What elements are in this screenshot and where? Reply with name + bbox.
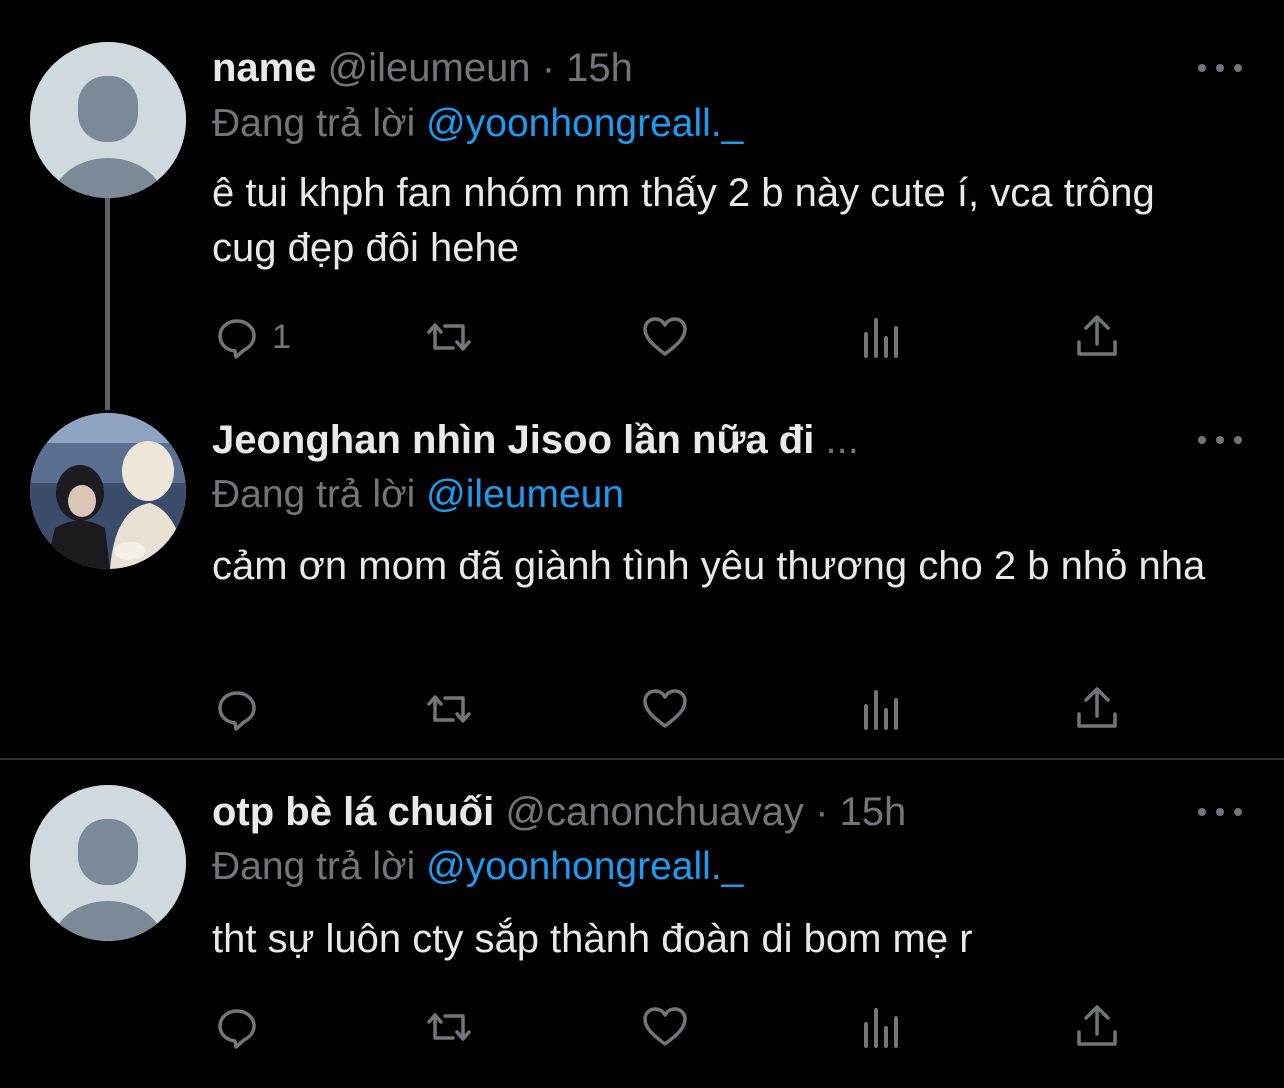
replying-to: Đang trả lời @yoonhongreall._ [212, 99, 743, 149]
share-button[interactable] [1072, 312, 1122, 362]
tweet-header: otp bè lá chuối @canonchuavay · 15h [212, 787, 906, 837]
tweet-text: tht sự luôn cty sắp thành đoàn di bom mẹ… [212, 917, 973, 961]
timestamp[interactable]: 15h [840, 790, 907, 834]
replying-label: Đang trả lời [212, 845, 416, 888]
reply-icon [218, 319, 256, 359]
share-icon [1077, 687, 1117, 728]
retweet-icon [427, 1013, 471, 1041]
tweet-3[interactable]: otp bè lá chuối @canonchuavay · 15h Đang… [0, 760, 1284, 1088]
avatar[interactable] [30, 413, 186, 569]
display-name[interactable]: name [212, 46, 317, 90]
timestamp[interactable]: 15h [566, 46, 633, 90]
like-icon [643, 1007, 687, 1046]
tweet-1[interactable]: name @ileumeun · 15h Đang trả lời @yoonh… [0, 0, 1284, 410]
mention-link[interactable]: @yoonhongreall._ [426, 845, 743, 888]
thread-line [105, 196, 110, 410]
user-handle[interactable]: @canonchuavay [505, 790, 804, 834]
avatar[interactable] [30, 785, 186, 941]
mention-link[interactable]: @ileumeun [426, 473, 624, 516]
display-name[interactable]: otp bè lá chuối [212, 790, 494, 834]
tweet-header: name @ileumeun · 15h [212, 43, 633, 93]
views-icon [864, 318, 898, 358]
action-bar [212, 1002, 1132, 1052]
avatar[interactable] [30, 42, 186, 198]
views-button[interactable] [857, 684, 907, 734]
action-bar: 1 [212, 312, 1132, 362]
name-ellipsis: ... [825, 418, 859, 462]
tweet-2[interactable]: Jeonghan nhìn Jisoo lần nữa đi ... Đang … [0, 410, 1284, 760]
views-icon [864, 1008, 898, 1048]
tweet-text: ê tui khph fan nhóm nm thấy 2 b này cute… [212, 171, 1155, 270]
retweet-icon [427, 695, 471, 723]
retweet-button[interactable] [424, 684, 474, 734]
reply-icon [218, 1009, 256, 1049]
tweet-header: Jeonghan nhìn Jisoo lần nữa đi ... [212, 415, 859, 465]
replying-to: Đang trả lời @ileumeun [212, 470, 624, 520]
more-icon[interactable] [1198, 802, 1242, 822]
more-icon[interactable] [1198, 58, 1242, 78]
more-icon[interactable] [1198, 430, 1242, 450]
tweet-text: cảm ơn mom đã giành tình yêu thương cho … [212, 544, 1206, 588]
share-icon [1077, 315, 1117, 356]
retweet-button[interactable] [424, 312, 474, 362]
replying-label: Đang trả lời [212, 102, 416, 145]
share-icon [1077, 1005, 1117, 1046]
reply-count: 1 [272, 317, 291, 356]
display-name[interactable]: Jeonghan nhìn Jisoo lần nữa đi [212, 418, 814, 462]
like-button[interactable] [640, 684, 690, 734]
views-button[interactable] [857, 1002, 907, 1052]
like-button[interactable] [640, 1002, 690, 1052]
reply-button[interactable] [212, 1002, 262, 1052]
retweet-icon [427, 323, 471, 351]
like-icon [643, 317, 687, 356]
replying-label: Đang trả lời [212, 473, 416, 516]
action-bar [212, 684, 1132, 734]
mention-link[interactable]: @yoonhongreall._ [426, 102, 743, 145]
reply-icon [218, 691, 256, 731]
reply-button[interactable]: 1 [212, 312, 291, 362]
reply-button[interactable] [212, 684, 262, 734]
separator-dot: · [541, 46, 556, 90]
views-icon [864, 690, 898, 730]
like-button[interactable] [640, 312, 690, 362]
share-button[interactable] [1072, 684, 1122, 734]
user-handle[interactable]: @ileumeun [328, 46, 531, 90]
share-button[interactable] [1072, 1002, 1122, 1052]
like-icon [643, 689, 687, 728]
views-button[interactable] [857, 312, 907, 362]
retweet-button[interactable] [424, 1002, 474, 1052]
replying-to: Đang trả lời @yoonhongreall._ [212, 842, 743, 892]
separator-dot: · [815, 790, 829, 834]
